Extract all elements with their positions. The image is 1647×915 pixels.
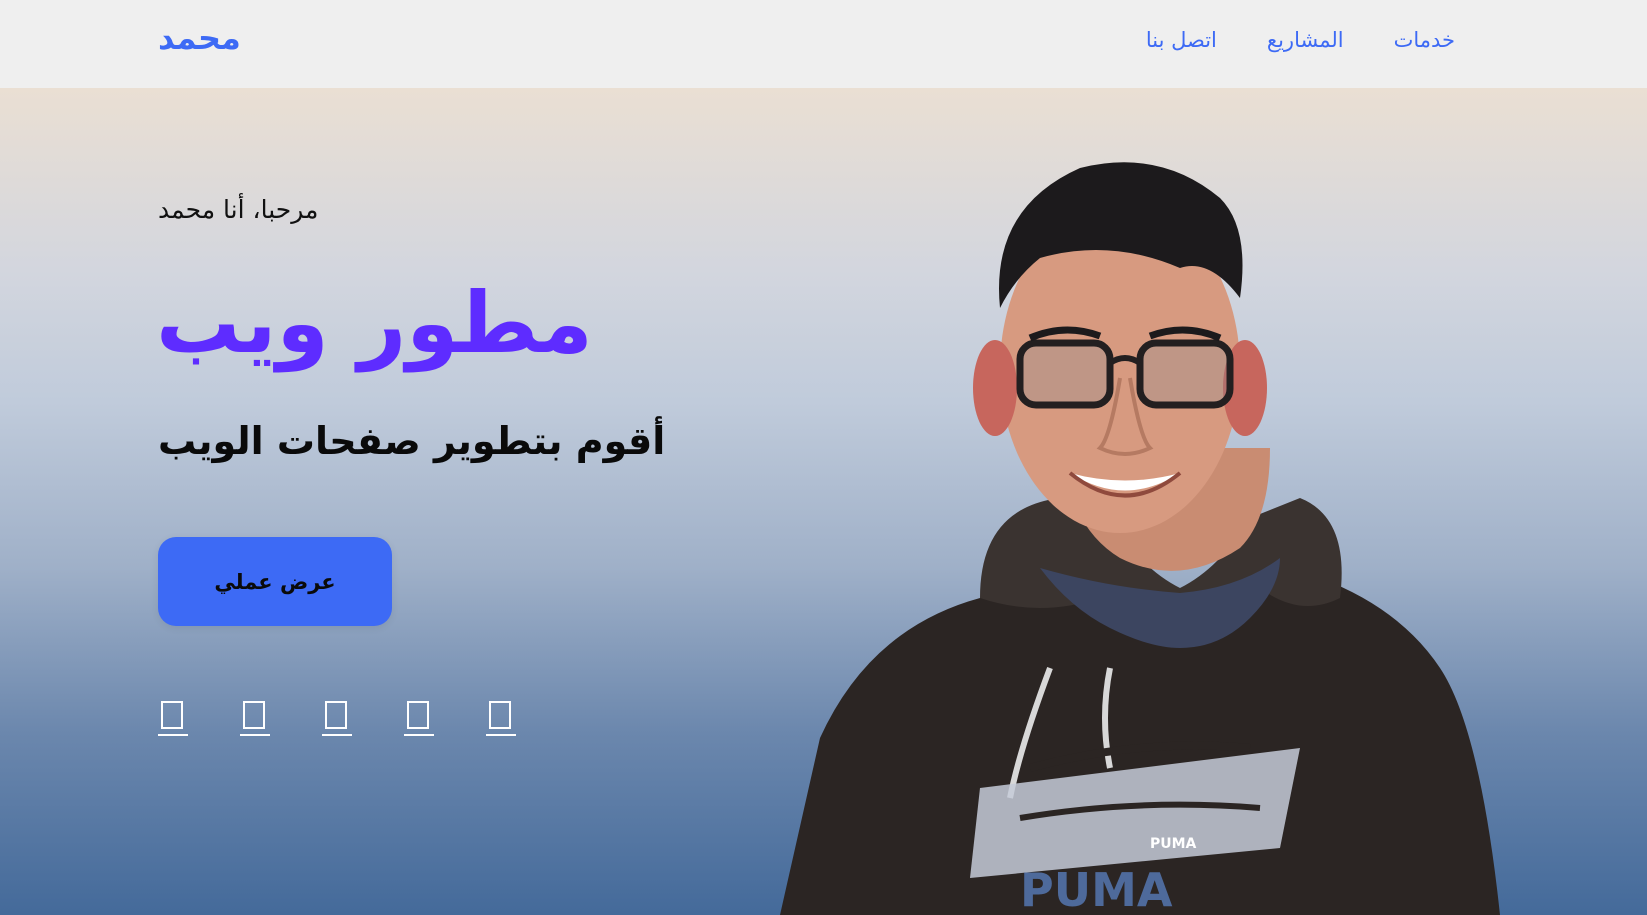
view-work-button[interactable]: عرض عملي [158, 537, 392, 626]
site-logo[interactable]: محمد [158, 16, 241, 60]
nav-link-services[interactable]: خدمات [1394, 22, 1455, 58]
social-icon-1[interactable] [158, 698, 188, 736]
shirt-brand-small-text: PUMA [1150, 836, 1197, 852]
hero-greeting: مرحبا، أنا محمد [158, 195, 319, 224]
social-icon-2[interactable] [240, 698, 270, 736]
hero-section: PUMA PUMA مرحبا، أنا محمد مطور ويب أقوم … [0, 88, 1647, 915]
page: محمد خدمات المشاريع اتصل بنا PUMA PUMA م… [0, 0, 1647, 915]
hero-subtitle: أقوم بتطوير صفحات الويب [158, 419, 666, 463]
social-icon-5[interactable] [486, 698, 516, 736]
hero-title: مطور ويب [156, 274, 593, 372]
social-icon-3[interactable] [322, 698, 352, 736]
main-nav: خدمات المشاريع اتصل بنا [1146, 22, 1455, 58]
nav-link-projects[interactable]: المشاريع [1267, 22, 1344, 58]
social-links [158, 698, 516, 736]
site-header: محمد خدمات المشاريع اتصل بنا [0, 0, 1647, 88]
social-icon-4[interactable] [404, 698, 434, 736]
portrait-image: PUMA PUMA [780, 162, 1500, 915]
nav-link-contact[interactable]: اتصل بنا [1146, 22, 1217, 58]
shirt-brand-text: PUMA [1020, 863, 1173, 915]
